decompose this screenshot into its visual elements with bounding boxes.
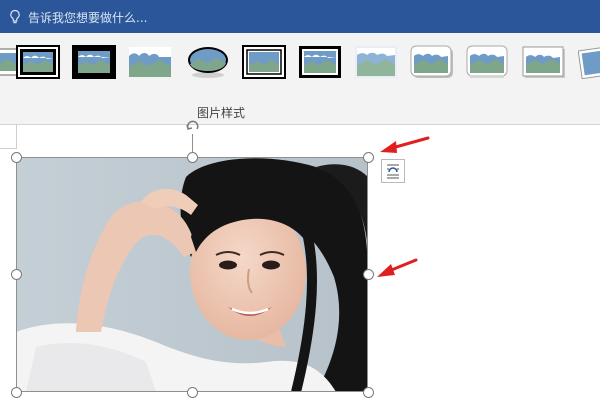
landscape-thumbnail-icon [466, 45, 508, 78]
landscape-thumbnail-icon [578, 45, 600, 79]
picture-style-item[interactable] [298, 45, 342, 79]
resize-handle-top-left[interactable] [11, 152, 22, 163]
picture-style-item[interactable] [354, 45, 398, 79]
landscape-thumbnail-icon [522, 46, 565, 78]
red-arrow-right [377, 258, 418, 277]
tell-me-placeholder: 告诉我您想要做什么... [28, 10, 148, 25]
landscape-thumbnail-icon [16, 45, 60, 79]
portrait-photo [16, 157, 368, 392]
tell-me-bar: 告诉我您想要做什么... [0, 0, 600, 33]
lightbulb-icon [10, 9, 20, 24]
picture-style-item[interactable] [16, 45, 60, 79]
resize-handle-bottom[interactable] [187, 387, 198, 398]
landscape-thumbnail-icon [355, 46, 397, 78]
layout-options-button[interactable] [381, 159, 405, 183]
picture-style-item[interactable] [522, 45, 566, 79]
landscape-thumbnail-icon [72, 45, 116, 79]
picture-styles-group: 图片样式 [0, 96, 600, 125]
picture-style-item[interactable] [72, 45, 116, 79]
landscape-thumbnail-icon [242, 45, 286, 79]
selected-picture[interactable] [16, 157, 368, 392]
page-margin-corner [0, 124, 17, 149]
resize-handle-top-right[interactable] [363, 152, 374, 163]
resize-handle-left[interactable] [11, 269, 22, 280]
picture-style-item[interactable] [128, 45, 172, 79]
picture-style-item[interactable] [578, 45, 600, 79]
landscape-thumbnail-icon [188, 47, 228, 78]
landscape-thumbnail-icon [410, 45, 453, 78]
landscape-thumbnail-icon [129, 47, 171, 77]
landscape-thumbnail-icon [299, 46, 341, 78]
tell-me-search[interactable]: 告诉我您想要做什么... [8, 8, 147, 26]
picture-style-item[interactable] [242, 45, 286, 79]
rotate-icon[interactable] [185, 118, 201, 132]
text-wrap-icon [387, 164, 399, 179]
red-arrow-top-right [380, 136, 430, 153]
picture-style-item[interactable] [186, 45, 230, 79]
resize-handle-bottom-right[interactable] [363, 387, 374, 398]
resize-handle-top[interactable] [187, 152, 198, 163]
picture-style-item[interactable] [410, 45, 454, 79]
resize-handle-right[interactable] [363, 269, 374, 280]
picture-styles-gallery [0, 33, 600, 96]
resize-handle-bottom-left[interactable] [11, 387, 22, 398]
picture-style-item[interactable] [466, 45, 510, 79]
picture-styles-label: 图片样式 [197, 106, 246, 120]
